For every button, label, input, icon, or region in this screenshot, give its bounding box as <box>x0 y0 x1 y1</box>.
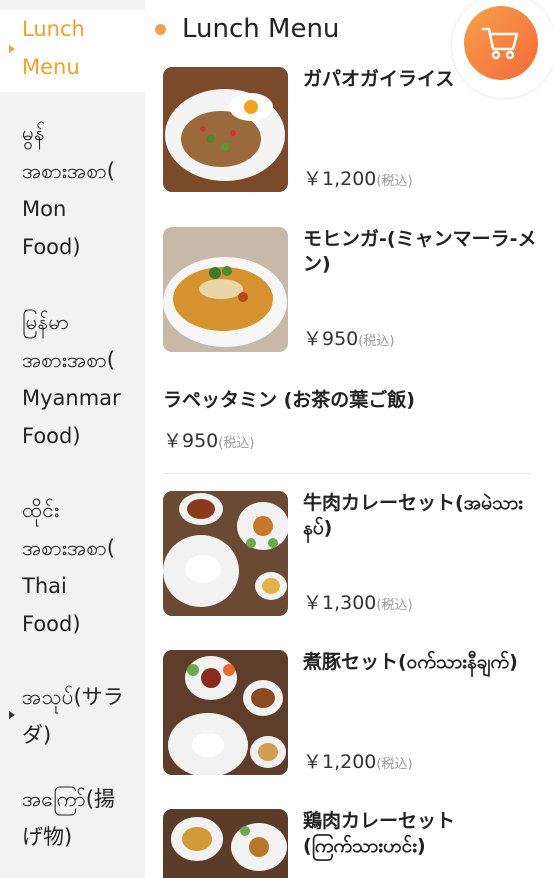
sidebar-item-label: Menu <box>22 55 80 79</box>
section-header: Lunch Menu <box>155 12 339 46</box>
bullet-dot-icon <box>155 23 166 35</box>
sidebar-item-label: げ物) <box>22 825 73 849</box>
sidebar-item-mon-food[interactable]: မွန် အစားအစာ( Mon Food) <box>0 114 145 266</box>
food-photo <box>163 227 288 352</box>
sidebar-item-label: Food) <box>22 235 81 259</box>
menu-item[interactable]: 煮豚セット(ဝက်သားနီချက်) ￥1,200(税込) <box>163 650 535 775</box>
price-value: ￥950 <box>303 328 359 350</box>
sidebar-item-label: အသုပ်(サラ <box>22 685 124 709</box>
item-price: ￥1,200(税込) <box>303 164 413 191</box>
price-value: ￥1,200 <box>303 168 377 190</box>
tax-label: (税込) <box>218 436 255 451</box>
item-price: ￥1,300(税込) <box>303 588 413 615</box>
item-name: 煮豚セット(ဝက်သားနီချက်) <box>303 651 518 673</box>
sidebar-item-label: မြန်မာ <box>22 310 70 334</box>
item-price: ￥950(税込) <box>303 324 394 351</box>
sidebar-item-label: အစားအစာ( <box>22 159 115 183</box>
sidebar-item-label: Mon <box>22 197 67 221</box>
sidebar-item-label: Food) <box>22 612 81 636</box>
menu-item[interactable]: ラペッタミン (お茶の葉ご飯) ￥950(税込) <box>163 388 535 458</box>
tax-label: (税込) <box>376 598 413 613</box>
food-photo <box>163 809 288 878</box>
item-price: ￥1,200(税込) <box>303 747 413 774</box>
item-price: ￥950(税込) <box>163 426 254 453</box>
food-photo <box>163 650 288 775</box>
item-name: ラペッタミン (お茶の葉ご飯) <box>163 389 415 411</box>
sidebar-item-label: Myanmar <box>22 386 121 410</box>
sidebar-item-label: အကြော်(揚 <box>22 787 115 811</box>
sidebar-item-label: ထိုင်း <box>22 498 60 522</box>
section-title: Lunch Menu <box>182 14 340 44</box>
menu-item[interactable]: 鶏肉カレーセット(ကြက်သားဟင်း) <box>163 809 535 878</box>
item-name: ガパオガイライス <box>303 68 455 90</box>
sidebar-item-label: ダ) <box>22 723 52 747</box>
price-value: ￥1,200 <box>303 751 377 773</box>
sidebar-item-thai-food[interactable]: ထိုင်း အစားအစာ( Thai Food) <box>0 491 145 643</box>
sidebar-item-myanmar-food[interactable]: မြန်မာ အစားအစာ( Myanmar Food) <box>0 303 145 455</box>
sidebar-item-label: Thai <box>22 574 67 598</box>
category-sidebar: Lunch Menu မွန် အစားအစာ( Mon Food) မြန်မ… <box>0 0 145 878</box>
item-name: 牛肉カレーセット(အမဲသားနပ်) <box>303 492 523 539</box>
item-name: モヒンガ-(ミャンマーラ-メン) <box>303 228 537 275</box>
sidebar-item-salad[interactable]: အသုပ်(サラ ダ) <box>0 678 145 754</box>
sidebar-item-label: Lunch <box>22 17 85 41</box>
sidebar-item-label: အစားအစာ( <box>22 348 115 372</box>
sidebar-item-label: မွန် <box>22 121 45 145</box>
menu-item[interactable]: モヒンガ-(ミャンマーラ-メン) ￥950(税込) <box>163 227 536 352</box>
tax-label: (税込) <box>376 757 413 772</box>
sidebar-item-lunch-menu[interactable]: Lunch Menu <box>0 10 145 92</box>
tax-label: (税込) <box>376 174 413 189</box>
cart-icon <box>481 27 519 60</box>
sidebar-item-label: Food) <box>22 424 81 448</box>
food-photo <box>163 491 288 616</box>
price-value: ￥950 <box>163 430 219 452</box>
caret-right-icon <box>9 45 15 53</box>
divider <box>163 473 531 474</box>
caret-right-icon <box>9 711 15 719</box>
price-value: ￥1,300 <box>303 592 377 614</box>
food-photo <box>163 67 288 192</box>
menu-item[interactable]: ガパオガイライス ￥1,200(税込) <box>163 67 535 192</box>
tax-label: (税込) <box>358 334 395 349</box>
menu-item[interactable]: 牛肉カレーセット(အမဲသားနပ်) ￥1,300(税込) <box>163 491 535 616</box>
sidebar-item-fried[interactable]: အကြော်(揚 げ物) <box>0 780 145 856</box>
item-name: 鶏肉カレーセット(ကြက်သားဟင်း) <box>303 810 456 857</box>
sidebar-item-label: အစားအစာ( <box>22 536 115 560</box>
